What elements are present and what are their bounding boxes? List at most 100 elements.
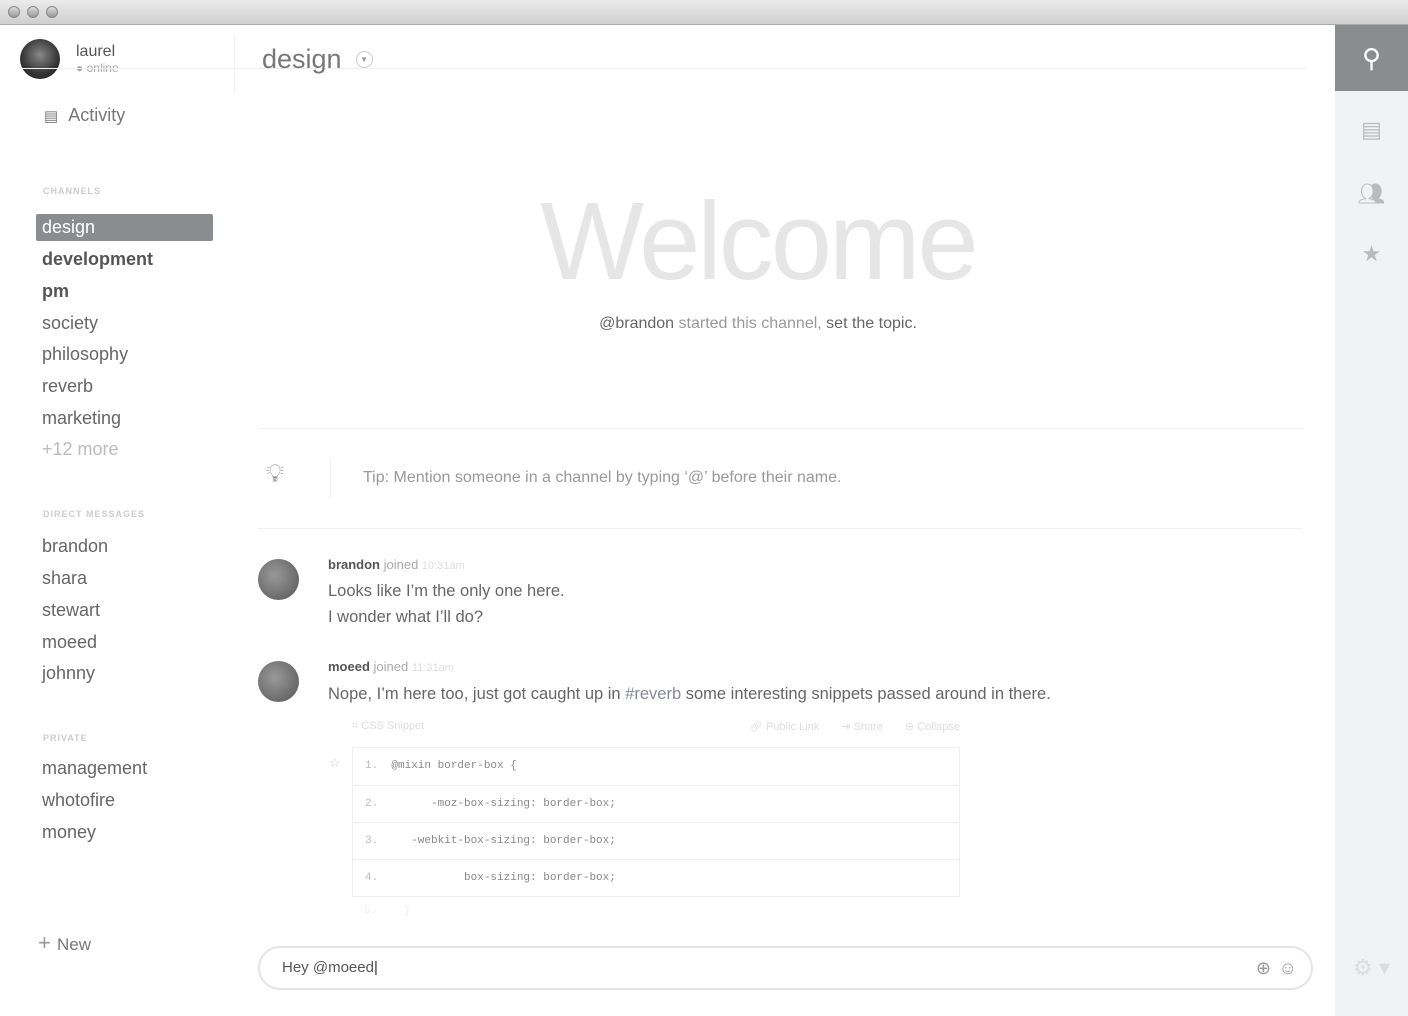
line-number: 4. xyxy=(365,872,379,884)
channel-title: design xyxy=(262,44,342,74)
search-icon: ⚲ xyxy=(1361,42,1382,73)
tip-divider xyxy=(330,458,331,498)
inbox-icon: ▤ xyxy=(1361,117,1382,142)
code-text: @mixin border-box { xyxy=(378,760,517,772)
direct-messages-header: DIRECT MESSAGES xyxy=(43,509,146,519)
message-meta: brandon joined 10:31am xyxy=(328,557,465,572)
code-line: 1. @mixin border-box { xyxy=(353,748,959,785)
message-input[interactable]: Hey @moeed| ⊕ ☺ xyxy=(258,946,1313,990)
message-text: Nope, I’m here too, just got caught up i… xyxy=(328,681,1051,707)
message-author[interactable]: brandon xyxy=(328,557,380,572)
message-meta: moeed joined 11:31am xyxy=(328,659,454,674)
channel-development[interactable]: development xyxy=(36,246,213,273)
message-action: joined xyxy=(369,659,412,674)
message-text-part: some interesting snippets passed around … xyxy=(681,685,1051,703)
share-label: Share xyxy=(853,721,883,733)
collapse-button[interactable]: ⊖ Collapse xyxy=(905,720,960,733)
avatar[interactable] xyxy=(258,559,299,600)
dm-moeed[interactable]: moeed xyxy=(36,629,213,656)
private-money[interactable]: money xyxy=(36,819,213,846)
minimize-window-button[interactable] xyxy=(27,6,39,18)
user-name: laurel xyxy=(76,43,116,60)
channel-society[interactable]: society xyxy=(36,310,213,337)
search-button[interactable]: ⚲ xyxy=(1335,25,1408,91)
snippet-toolbar: ⌗ CSS Snippet 🔗︎ Public Link ⇥ Share ⊖ C… xyxy=(352,720,960,733)
channel-pm[interactable]: pm xyxy=(36,278,213,305)
channel-reverb[interactable]: reverb xyxy=(36,373,213,400)
dm-shara[interactable]: shara xyxy=(36,565,213,592)
private-header: PRIVATE xyxy=(43,733,88,743)
sidebar: laurel ● online ▤ Activity CHANNELS desig… xyxy=(0,25,235,1016)
people-button[interactable]: 👥︎ xyxy=(1335,161,1408,227)
header-divider xyxy=(18,68,1306,69)
message-line: Looks like I’m the only one here. xyxy=(328,582,565,600)
window-titlebar xyxy=(0,0,1408,25)
channel-header: design ▼ xyxy=(262,44,373,75)
channel-design[interactable]: design xyxy=(36,214,213,241)
private-management[interactable]: management xyxy=(36,755,213,782)
set-topic-link[interactable]: set the topic. xyxy=(826,315,917,332)
avatar[interactable] xyxy=(258,661,299,702)
code-line-faded: 5. } xyxy=(364,905,410,917)
message-text: Looks like I’m the only one here. I wonde… xyxy=(328,578,565,630)
zoom-window-button[interactable] xyxy=(46,6,58,18)
welcome-heading: Welcome xyxy=(540,180,978,303)
public-link-button[interactable]: 🔗︎ Public Link xyxy=(749,720,819,733)
close-window-button[interactable] xyxy=(8,6,20,18)
code-snippet: 1. @mixin border-box { 2. -moz-box-sizin… xyxy=(352,747,960,897)
header-vertical-divider xyxy=(234,35,235,93)
code-line: 2. -moz-box-sizing: border-box; xyxy=(353,785,959,822)
share-button[interactable]: ⇥ Share xyxy=(841,720,883,733)
dm-johnny[interactable]: johnny xyxy=(36,660,213,687)
line-number: 3. xyxy=(365,835,379,847)
add-attachment-icon[interactable]: ⊕ xyxy=(1256,948,1271,988)
message-time: 11:31am xyxy=(411,662,454,674)
people-icon: 👥︎ xyxy=(1357,181,1386,206)
message-time: 10:31am xyxy=(421,560,465,572)
channel-philosophy[interactable]: philosophy xyxy=(36,341,213,368)
code-text: } xyxy=(377,905,411,917)
code-line: 3. -webkit-box-sizing: border-box; xyxy=(353,822,959,859)
lightbulb-icon: 💡︎ xyxy=(266,458,285,488)
started-text: started this channel, xyxy=(674,315,827,332)
plus-icon: + xyxy=(38,930,57,955)
star-icon[interactable]: ☆ xyxy=(329,755,341,771)
settings-button[interactable]: ⚙ ▾ xyxy=(1335,935,1408,1001)
code-line: 4. box-sizing: border-box; xyxy=(353,859,959,896)
message-author[interactable]: moeed xyxy=(328,659,370,674)
emoji-icon[interactable]: ☺ xyxy=(1279,948,1297,988)
message-action: joined xyxy=(380,557,422,572)
user-profile[interactable]: laurel ● online xyxy=(20,39,119,79)
dm-stewart[interactable]: stewart xyxy=(36,597,213,624)
collapse-label: Collapse xyxy=(917,721,960,733)
channel-marketing[interactable]: marketing xyxy=(36,405,213,432)
avatar xyxy=(20,39,60,79)
snippet-icon: ⌗ xyxy=(352,720,362,732)
gear-icon: ⚙ ▾ xyxy=(1353,955,1390,980)
starred-button[interactable]: ★ xyxy=(1335,221,1408,287)
channels-more-link[interactable]: +12 more xyxy=(36,436,213,463)
inbox-button[interactable]: ▤ xyxy=(1335,97,1408,163)
activity-label: Activity xyxy=(68,105,126,125)
started-user-link[interactable]: @brandon xyxy=(599,315,674,332)
divider xyxy=(258,528,1303,529)
channel-dropdown-icon[interactable]: ▼ xyxy=(355,51,373,68)
channels-header: CHANNELS xyxy=(43,186,102,196)
private-whotofire[interactable]: whotofire xyxy=(36,787,213,814)
line-number: 5. xyxy=(364,905,378,917)
new-button[interactable]: + New xyxy=(38,930,91,956)
code-text: -webkit-box-sizing: border-box; xyxy=(378,835,616,847)
channel-link[interactable]: #reverb xyxy=(625,685,681,703)
dm-brandon[interactable]: brandon xyxy=(36,533,213,560)
activity-icon: ▤ xyxy=(44,107,59,125)
snippet-title: ⌗ CSS Snippet xyxy=(352,720,424,733)
star-icon: ★ xyxy=(1361,241,1382,266)
line-number: 2. xyxy=(365,798,379,810)
public-link-label: Public Link xyxy=(766,721,820,733)
message-line: I wonder what I’ll do? xyxy=(328,608,484,626)
code-text: -moz-box-sizing: border-box; xyxy=(378,798,616,810)
activity-link[interactable]: ▤ Activity xyxy=(44,105,125,126)
right-rail: ⚲ ▤ 👥︎ ★ ⚙ ▾ xyxy=(1335,25,1408,1016)
line-number: 1. xyxy=(365,760,379,772)
new-label: New xyxy=(56,935,91,954)
